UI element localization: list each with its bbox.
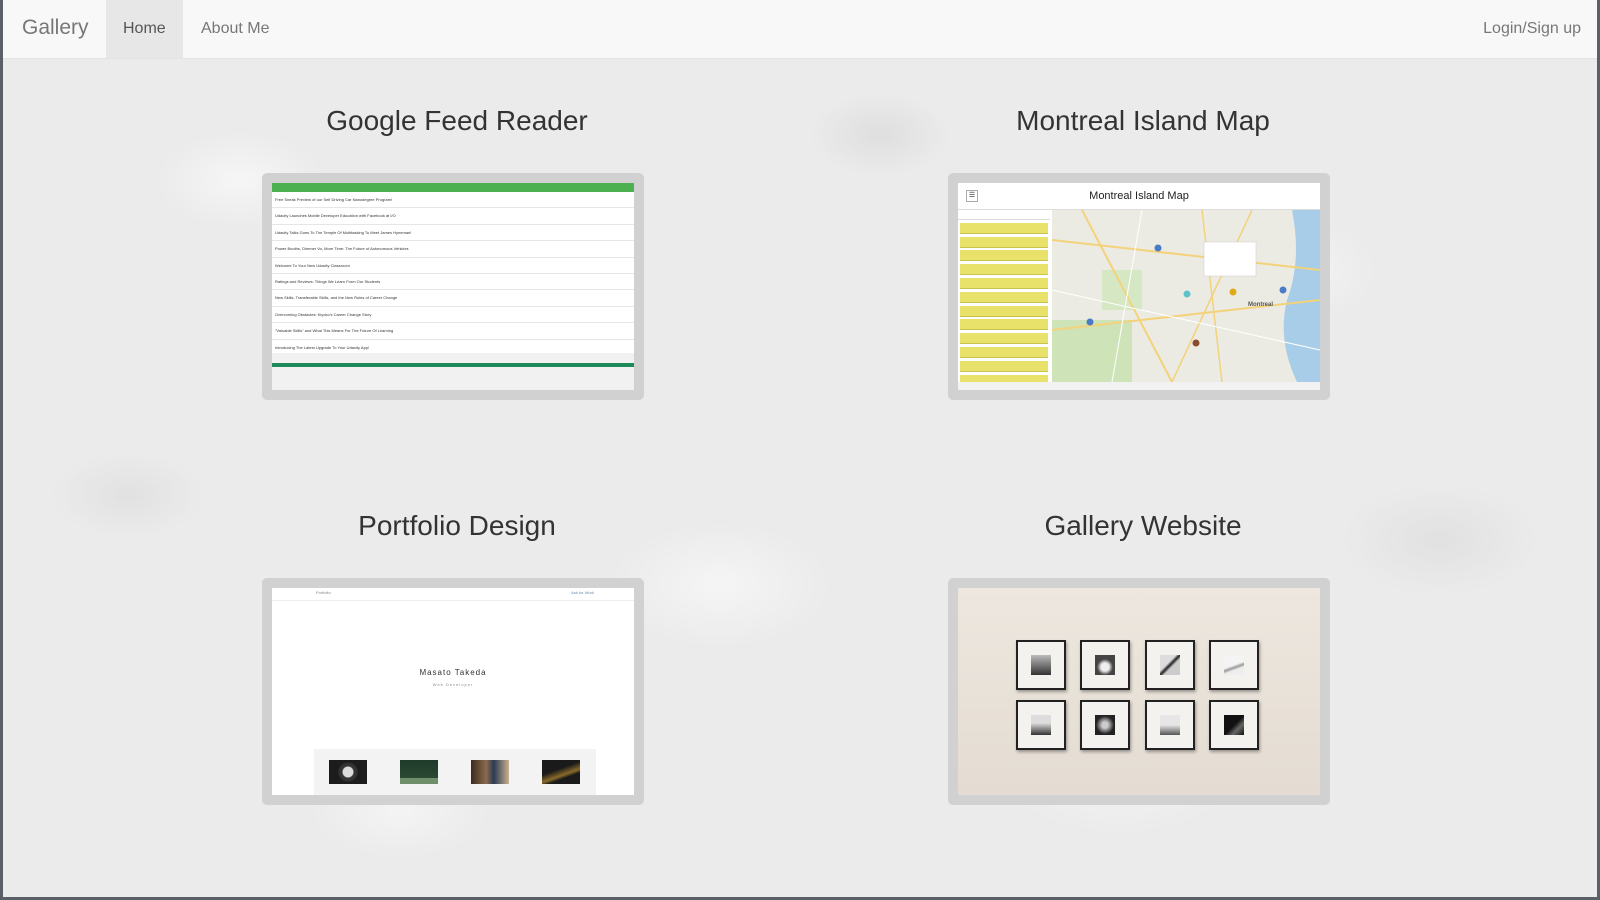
- nav-about-link[interactable]: About Me: [184, 0, 286, 58]
- list-item: [960, 250, 1048, 262]
- list-item: [960, 291, 1048, 303]
- list-item: [960, 346, 1048, 358]
- list-item: [960, 222, 1048, 234]
- feed-item: Udacity Launches Mobile Developer Educat…: [272, 208, 634, 225]
- nav-home-link[interactable]: Home: [106, 0, 183, 58]
- map-area: Montreal: [1052, 210, 1320, 382]
- project-title-gallery: Gallery Website: [1044, 510, 1242, 541]
- framed-photo: [1080, 700, 1130, 750]
- list-item: [960, 360, 1048, 372]
- portfolio-image-strip: [314, 749, 596, 795]
- feed-item: Welcome To Your New Udacity Classroom: [272, 258, 634, 274]
- framed-photo: [1209, 700, 1259, 750]
- framed-photo: [1080, 640, 1130, 690]
- portfolio-role: Web Developer: [432, 682, 474, 687]
- map-location-list: [958, 210, 1050, 390]
- feed-item: Free Sneak Preview of our Self Driving C…: [272, 192, 634, 209]
- hamburger-menu-icon: ☰: [966, 190, 978, 202]
- list-item: [960, 333, 1048, 345]
- feed-item: Overcoming Obstacles: Kiyoko's Career Ch…: [272, 307, 634, 324]
- map-status-bar: [958, 382, 1320, 390]
- list-item: [960, 236, 1048, 248]
- portfolio-thumbnail: [471, 760, 509, 784]
- framed-photo: [1209, 640, 1259, 690]
- map-city-label: Montreal: [1248, 302, 1274, 308]
- portfolio-navbar: Portfolio Ask for Work: [272, 588, 634, 601]
- list-item: [960, 319, 1048, 331]
- portfolio-thumbnail: [400, 760, 438, 784]
- feed-header-bar: Udacity Blog: [272, 183, 634, 198]
- portfolio-thumbnail: [329, 760, 367, 784]
- project-thumbnail-portfolio[interactable]: Portfolio Ask for Work Masato Takeda Web…: [262, 578, 644, 805]
- map-app-title: Montreal Island Map: [1089, 190, 1189, 202]
- window-frame-left: [0, 0, 3, 900]
- feed-item: New Skills, Transferable Skills, and the…: [272, 290, 634, 307]
- project-title-feed-reader: Google Feed Reader: [326, 105, 588, 136]
- feed-item: Udacity Talks Goes To The Temple Of Mult…: [272, 225, 634, 242]
- framed-photo: [1016, 700, 1066, 750]
- project-thumbnail-map[interactable]: ☰ Montreal Island Map Montreal: [948, 173, 1330, 400]
- project-thumbnail-feed-reader[interactable]: Udacity Blog Free Sneak Preview of our S…: [262, 173, 644, 400]
- gallery-wall: [958, 588, 1320, 795]
- portfolio-nav-left: Portfolio: [316, 590, 331, 595]
- feed-item: "Valuable Skills" and What This Means Fo…: [272, 323, 634, 340]
- brand-link[interactable]: Gallery: [22, 16, 89, 40]
- list-item: [960, 305, 1048, 317]
- list-item: [960, 264, 1048, 276]
- project-thumbnail-gallery[interactable]: [948, 578, 1330, 805]
- map-roads: [1052, 210, 1320, 382]
- map-app-header: ☰ Montreal Island Map: [958, 183, 1320, 210]
- portfolio-nav-right: Ask for Work: [571, 590, 594, 595]
- list-item: [960, 277, 1048, 289]
- project-title-map: Montreal Island Map: [1016, 105, 1270, 136]
- portfolio-name: Masato Takeda: [419, 668, 487, 677]
- feed-item: Power Booths, Dimmer Vo, More Time: The …: [272, 241, 634, 258]
- login-signup-link[interactable]: Login/Sign up: [1483, 0, 1581, 58]
- feed-item: Ratings and Reviews: Things We Learn Fro…: [272, 274, 634, 291]
- portfolio-thumbnail: [542, 760, 580, 784]
- top-navbar: Gallery Home About Me Login/Sign up: [3, 0, 1597, 59]
- framed-photo: [1016, 640, 1066, 690]
- feed-test-results: [272, 353, 634, 390]
- project-title-portfolio: Portfolio Design: [358, 510, 556, 541]
- framed-photo: [1145, 640, 1195, 690]
- framed-photo: [1145, 700, 1195, 750]
